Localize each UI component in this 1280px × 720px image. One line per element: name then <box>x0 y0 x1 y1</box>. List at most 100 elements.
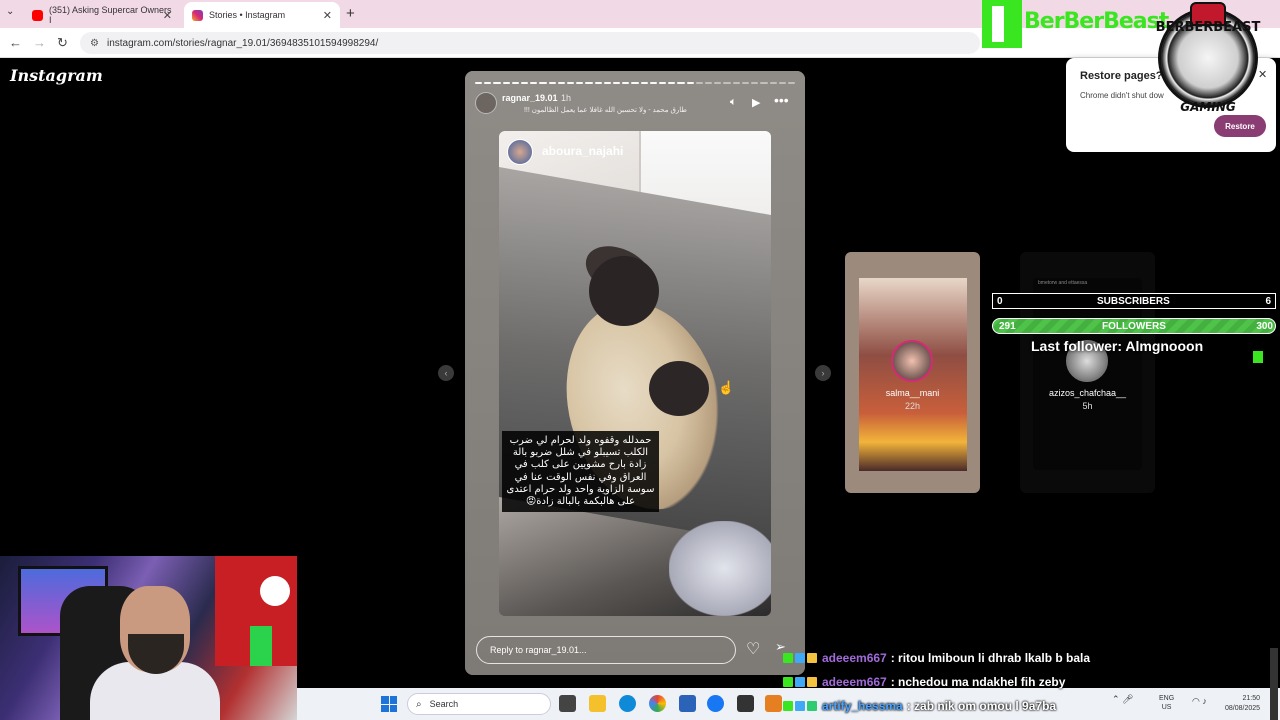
kick-badge-icon <box>783 653 793 663</box>
side-story-preview[interactable]: bmetorw and ettaessa azizos_chafchaa__ 5… <box>1020 252 1155 493</box>
progress-segment <box>649 82 658 84</box>
progress-segment <box>557 82 566 84</box>
story-username[interactable]: ragnar_19.01 <box>502 93 558 103</box>
progress-segment <box>502 82 510 84</box>
subscriber-badge-icon <box>795 677 805 687</box>
restore-button[interactable]: Restore <box>1214 115 1266 137</box>
taskbar-search[interactable]: ⌕ Search <box>407 693 551 715</box>
shared-post-username[interactable]: aboura_najahi <box>542 144 623 158</box>
forward-icon[interactable]: → <box>33 35 46 50</box>
progress-segment <box>521 82 529 84</box>
more-options-icon[interactable]: ••• <box>774 92 789 108</box>
chat-message: artify_hessma : zab nik om omou l 9a7ba <box>783 699 1056 713</box>
next-story-icon[interactable]: › <box>815 365 831 381</box>
flag-emblem <box>260 576 290 606</box>
facebook-icon[interactable] <box>707 695 724 712</box>
close-icon[interactable]: ✕ <box>163 9 172 22</box>
wifi-icon[interactable]: ◠ ♪ <box>1192 696 1207 707</box>
chat-text: : ritou lmiboun li dhrab lkalb b bala <box>890 651 1091 665</box>
play-icon[interactable]: ▶ <box>752 96 760 109</box>
store-icon[interactable] <box>679 695 696 712</box>
subscribers-current: 0 <box>997 296 1003 307</box>
address-bar[interactable]: ⚙ instagram.com/stories/ragnar_19.01/369… <box>80 32 980 54</box>
subscribers-target: 6 <box>1265 296 1271 307</box>
progress-segment <box>787 82 796 84</box>
progress-segment <box>539 82 547 84</box>
badge-title: BERBERBEAST <box>1155 20 1261 35</box>
clock[interactable]: 21:50 08/08/2025 <box>1225 694 1260 714</box>
url-text: instagram.com/stories/ragnar_19.01/36948… <box>106 37 379 49</box>
side-story-preview[interactable]: salma__mani 22h <box>845 252 980 493</box>
avatar[interactable] <box>507 139 533 165</box>
back-icon[interactable]: ← <box>9 35 22 50</box>
progress-segment <box>475 82 483 84</box>
progress-segment <box>493 82 501 84</box>
followers-current: 291 <box>999 321 1016 332</box>
progress-segment <box>511 82 520 84</box>
language-indicator[interactable]: ENG US <box>1159 694 1174 712</box>
tab-youtube[interactable]: (351) Asking Supercar Owners I ✕ <box>24 2 180 28</box>
subscribers-label: SUBSCRIBERS <box>1097 296 1170 307</box>
avatar[interactable] <box>475 92 497 114</box>
tab-label: (351) Asking Supercar Owners I <box>49 5 172 25</box>
webcam-feed <box>0 556 297 720</box>
progress-segment <box>622 82 630 84</box>
progress-segment <box>778 82 786 84</box>
story-viewer[interactable]: ragnar_19.01 1h طارق محمد - ولا تحسبن ال… <box>465 71 805 675</box>
kick-logo-icon <box>982 0 1022 48</box>
followers-goal: 291 FOLLOWERS 300 <box>992 318 1276 334</box>
lang-bottom: US <box>1161 704 1172 711</box>
file-explorer-icon[interactable] <box>589 695 606 712</box>
reply-input[interactable]: Reply to ragnar_19.01... <box>476 636 736 664</box>
youtube-icon <box>32 9 43 21</box>
taskbar-search-placeholder: Search <box>429 699 459 709</box>
tab-search-icon[interactable]: ⌄ <box>6 6 14 17</box>
progress-segment <box>594 82 602 84</box>
task-view-icon[interactable] <box>559 695 576 712</box>
progress-segment <box>603 82 612 84</box>
progress-segment <box>714 82 722 84</box>
progress-segment <box>723 82 731 84</box>
chat-scrollbar <box>1270 648 1278 720</box>
chat-message: adeeem667 : nchedou ma ndakhel fih zeby <box>783 675 1065 689</box>
reload-icon[interactable]: ↻ <box>57 35 68 51</box>
system-tray-icons[interactable]: ⌃ 🎤︎ <box>1112 694 1133 705</box>
progress-segment <box>769 82 777 84</box>
chat-message: adeeem667 : ritou lmiboun li dhrab lkalb… <box>783 651 1090 665</box>
volume-icon[interactable]: 🔈︎ <box>730 96 737 109</box>
gift-badge-icon <box>807 701 817 711</box>
brand-text: BerBerBeast <box>1024 9 1169 34</box>
progress-segment <box>659 82 667 84</box>
plus-icon[interactable]: + <box>346 5 355 22</box>
crown-badge-icon <box>807 677 817 687</box>
kick-logo-icon <box>1253 351 1263 363</box>
kick-badge-icon <box>783 677 793 687</box>
site-info-icon[interactable]: ⚙ <box>90 38 99 49</box>
progress-segment <box>741 82 750 84</box>
progress-segment <box>640 82 648 84</box>
clock-date: 08/08/2025 <box>1225 705 1261 712</box>
chrome-icon[interactable] <box>649 695 666 712</box>
edge-icon[interactable] <box>619 695 636 712</box>
app-icon[interactable] <box>765 695 782 712</box>
side-story-caption: bmetorw and ettaessa <box>1038 280 1088 286</box>
chat-text: : zab nik om omou l 9a7ba <box>906 699 1057 713</box>
side-story-time: 5h <box>1082 401 1093 411</box>
progress-segment <box>751 82 759 84</box>
instagram-logo[interactable]: Instagram <box>10 66 103 85</box>
progress-segment <box>576 82 584 84</box>
windows-start-icon[interactable] <box>381 696 397 712</box>
tab-label: Stories • Instagram <box>209 10 286 20</box>
progress-segment <box>567 82 575 84</box>
story-music-label[interactable]: طارق محمد - ولا تحسبن الله غافلا عما يعم… <box>502 106 687 114</box>
chat-text: : nchedou ma ndakhel fih zeby <box>890 675 1066 689</box>
heart-icon[interactable]: ♡ <box>746 639 760 659</box>
side-story-username: salma__mani <box>885 388 940 398</box>
previous-story-icon[interactable]: ‹ <box>438 365 454 381</box>
app-icon[interactable] <box>737 695 754 712</box>
tab-instagram[interactable]: Stories • Instagram ✕ <box>184 2 340 28</box>
progress-segment <box>695 82 704 84</box>
close-icon[interactable]: ✕ <box>323 9 332 22</box>
dog-spot <box>589 256 659 326</box>
lang-top: ENG <box>1159 695 1175 702</box>
